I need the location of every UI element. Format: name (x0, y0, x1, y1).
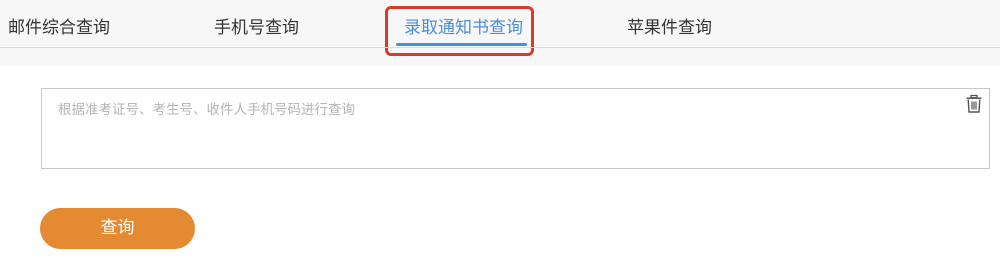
query-input-box (41, 88, 990, 169)
trash-icon[interactable] (964, 94, 984, 114)
tab-mail-query[interactable]: 邮件综合查询 (8, 14, 110, 42)
tab-bar: 邮件综合查询 手机号查询 录取通知书查询 苹果件查询 (0, 0, 1000, 66)
query-submit-button[interactable]: 查询 (40, 208, 195, 249)
tab-divider (0, 47, 1000, 48)
tab-phone-query[interactable]: 手机号查询 (214, 14, 299, 42)
query-input[interactable] (42, 89, 989, 168)
tab-apple-item-query[interactable]: 苹果件查询 (627, 14, 712, 42)
trash-icon-graphic (966, 94, 982, 113)
active-tab-highlight-frame (385, 6, 534, 56)
